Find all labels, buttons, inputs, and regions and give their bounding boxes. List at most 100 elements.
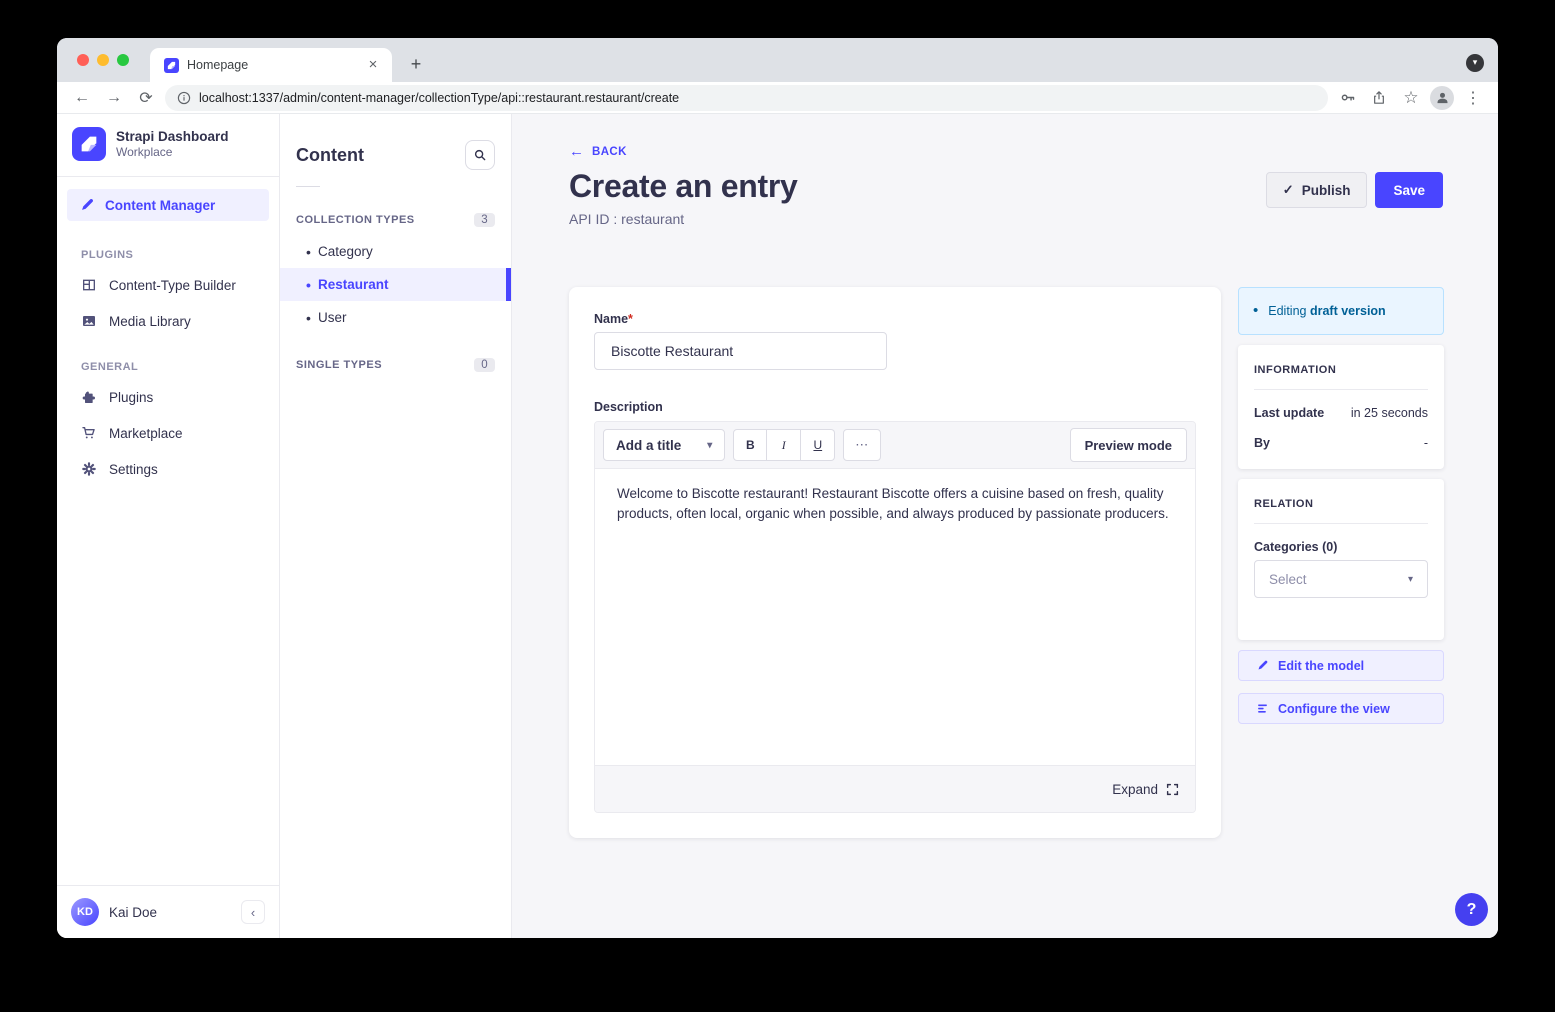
last-update-label: Last update (1254, 406, 1324, 420)
required-mark: * (628, 312, 633, 326)
sidebar-item-marketplace[interactable]: Marketplace (57, 415, 279, 451)
back-label: BACK (592, 146, 627, 158)
minimize-window-button[interactable] (97, 54, 109, 66)
draft-status-banner: • Editing draft version (1238, 287, 1444, 335)
content-type-builder-icon (81, 277, 97, 293)
collection-type-item-restaurant[interactable]: • Restaurant (280, 268, 511, 301)
help-button[interactable]: ? (1455, 893, 1488, 926)
information-card: INFORMATION Last update in 25 seconds By… (1238, 345, 1444, 469)
site-info-icon[interactable] (177, 91, 191, 105)
expand-label[interactable]: Expand (1112, 782, 1158, 797)
description-textarea[interactable]: Welcome to Biscotte restaurant! Restaura… (595, 469, 1195, 765)
back-arrow-icon: ← (569, 143, 584, 160)
entry-form-card: Name* Description Add a title ▾ B (569, 287, 1221, 838)
editor-toolbar: Add a title ▾ B I U ⋯ Preview mode (595, 422, 1195, 469)
browser-tab[interactable]: Homepage × (150, 48, 392, 82)
single-types-count-badge: 0 (474, 358, 495, 372)
by-label: By (1254, 436, 1270, 450)
browser-window: Homepage × + ▾ ← → ⟳ localhost:1337/admi… (57, 38, 1498, 938)
collection-type-item-category[interactable]: • Category (280, 235, 511, 268)
draft-bullet-icon: • (1253, 306, 1258, 316)
publish-button[interactable]: ✓ Publish (1266, 172, 1368, 208)
sidebar-divider (57, 176, 279, 177)
relation-divider (1254, 523, 1428, 524)
sidebar-item-label: Media Library (109, 314, 191, 329)
page-title: Create an entry (569, 168, 798, 205)
sidebar-item-label: Plugins (109, 390, 153, 405)
strapi-app: Strapi Dashboard Workplace Content Manag… (57, 114, 1498, 938)
title-style-value: Add a title (616, 438, 681, 453)
reload-icon[interactable]: ⟳ (133, 85, 159, 111)
sidebar-footer: KD Kai Doe ‹ (57, 885, 279, 938)
save-label: Save (1393, 183, 1425, 198)
editor-footer: Expand (595, 765, 1195, 812)
password-key-icon[interactable] (1334, 85, 1360, 111)
plugins-puzzle-icon (81, 389, 97, 405)
last-update-value: in 25 seconds (1351, 406, 1428, 420)
main-content: ← BACK Create an entry API ID : restaura… (512, 114, 1498, 938)
api-id-subtitle: API ID : restaurant (569, 211, 798, 227)
collection-types-count-badge: 3 (474, 213, 495, 227)
marketplace-cart-icon (81, 425, 97, 441)
bold-button[interactable]: B (733, 429, 767, 461)
sidebar-item-label: Content-Type Builder (109, 278, 236, 293)
back-nav-icon[interactable]: ← (69, 85, 95, 111)
collection-type-label: Category (318, 244, 373, 259)
zoom-window-button[interactable] (117, 54, 129, 66)
expand-icon[interactable] (1166, 783, 1179, 796)
configure-view-button[interactable]: Configure the view (1238, 693, 1444, 724)
collection-type-label: User (318, 310, 347, 325)
information-header: INFORMATION (1254, 364, 1428, 376)
name-field-label: Name* (594, 312, 1196, 326)
browser-menu-icon[interactable]: ⋮ (1460, 85, 1486, 111)
edit-model-button[interactable]: Edit the model (1238, 650, 1444, 681)
content-manager-pen-icon (79, 197, 95, 213)
share-icon[interactable] (1366, 85, 1392, 111)
close-tab-icon[interactable]: × (364, 56, 382, 74)
by-value: - (1424, 436, 1428, 450)
forward-nav-icon[interactable]: → (101, 85, 127, 111)
edit-model-label: Edit the model (1278, 659, 1364, 673)
workspace-brand[interactable]: Strapi Dashboard Workplace (57, 114, 279, 176)
new-tab-button[interactable]: + (405, 55, 427, 73)
user-avatar[interactable]: KD (71, 898, 99, 926)
more-formatting-button[interactable]: ⋯ (843, 429, 881, 461)
strapi-logo-icon (72, 127, 106, 161)
back-link[interactable]: ← BACK (569, 143, 1443, 160)
sidebar-item-plugins[interactable]: Plugins (57, 379, 279, 415)
sidebar-item-content-manager[interactable]: Content Manager (67, 189, 269, 221)
sidebar-section-plugins: PLUGINS (57, 227, 279, 267)
address-bar[interactable]: localhost:1337/admin/content-manager/col… (165, 85, 1328, 111)
bookmark-star-icon[interactable]: ☆ (1398, 85, 1424, 111)
close-window-button[interactable] (77, 54, 89, 66)
categories-select[interactable]: Select ▾ (1254, 560, 1428, 598)
relation-header: RELATION (1254, 498, 1428, 510)
media-library-icon (81, 313, 97, 329)
configure-view-label: Configure the view (1278, 702, 1390, 716)
sidebar-item-media-library[interactable]: Media Library (57, 303, 279, 339)
search-icon (473, 148, 487, 162)
preview-mode-button[interactable]: Preview mode (1070, 428, 1187, 462)
url-text[interactable]: localhost:1337/admin/content-manager/col… (199, 91, 679, 105)
collection-type-item-user[interactable]: • User (280, 301, 511, 334)
title-style-dropdown[interactable]: Add a title ▾ (603, 429, 725, 461)
bullet-icon: • (306, 244, 311, 260)
categories-select-value: Select (1269, 572, 1307, 587)
search-button[interactable] (465, 140, 495, 170)
browser-tab-strip: Homepage × + ▾ (57, 38, 1498, 82)
sidebar-item-content-type-builder[interactable]: Content-Type Builder (57, 267, 279, 303)
sidebar-item-label: Content Manager (105, 198, 215, 213)
collapse-sidebar-button[interactable]: ‹ (241, 900, 265, 924)
browser-profile-icon[interactable] (1430, 86, 1454, 110)
draft-status-text: Editing draft version (1268, 304, 1385, 318)
categories-label: Categories (0) (1254, 540, 1428, 554)
chevron-down-icon: ▾ (707, 440, 712, 451)
strapi-favicon-icon (164, 58, 179, 73)
workspace-title: Strapi Dashboard (116, 129, 229, 144)
name-input[interactable] (594, 332, 887, 370)
save-button[interactable]: Save (1375, 172, 1443, 208)
underline-button[interactable]: U (801, 429, 835, 461)
italic-button[interactable]: I (767, 429, 801, 461)
browser-update-chevron-icon[interactable]: ▾ (1466, 54, 1484, 72)
sidebar-item-settings[interactable]: Settings (57, 451, 279, 487)
